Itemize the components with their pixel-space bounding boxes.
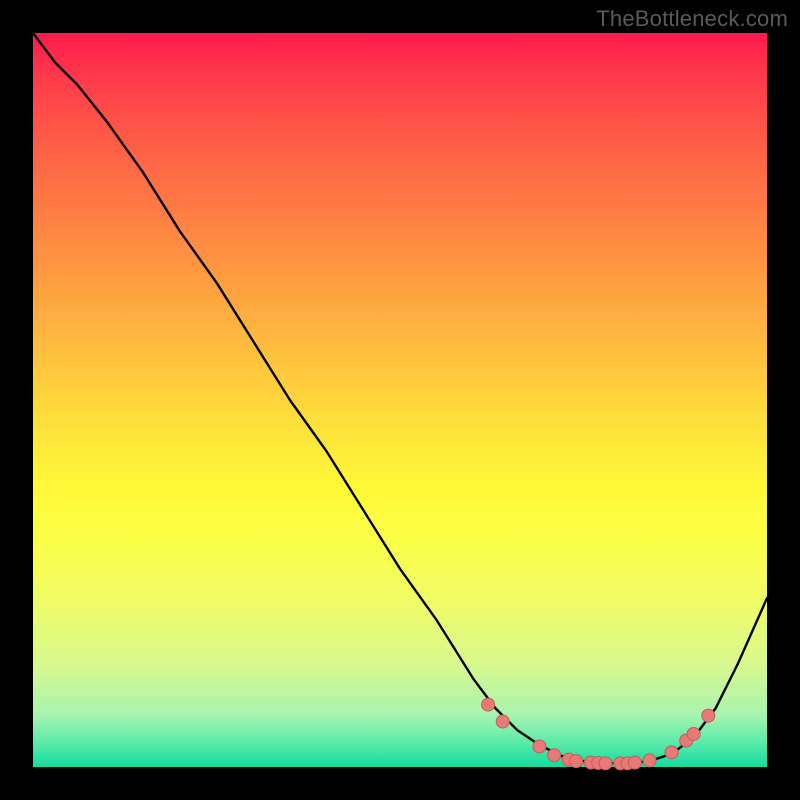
curve-svg [33, 33, 767, 767]
curve-marker-point [496, 715, 509, 728]
curve-marker-points [482, 698, 715, 770]
chart-frame: TheBottleneck.com [0, 0, 800, 800]
curve-marker-point [533, 740, 546, 753]
bottleneck-curve [33, 33, 767, 763]
curve-marker-point [548, 749, 561, 762]
curve-marker-point [643, 754, 656, 767]
curve-marker-point [702, 709, 715, 722]
curve-marker-point [687, 727, 700, 740]
curve-marker-point [599, 757, 612, 770]
plot-area [33, 33, 767, 767]
curve-marker-point [482, 698, 495, 711]
attribution-label: TheBottleneck.com [596, 6, 788, 32]
curve-marker-point [628, 756, 641, 769]
curve-marker-point [570, 755, 583, 768]
curve-marker-point [665, 746, 678, 759]
